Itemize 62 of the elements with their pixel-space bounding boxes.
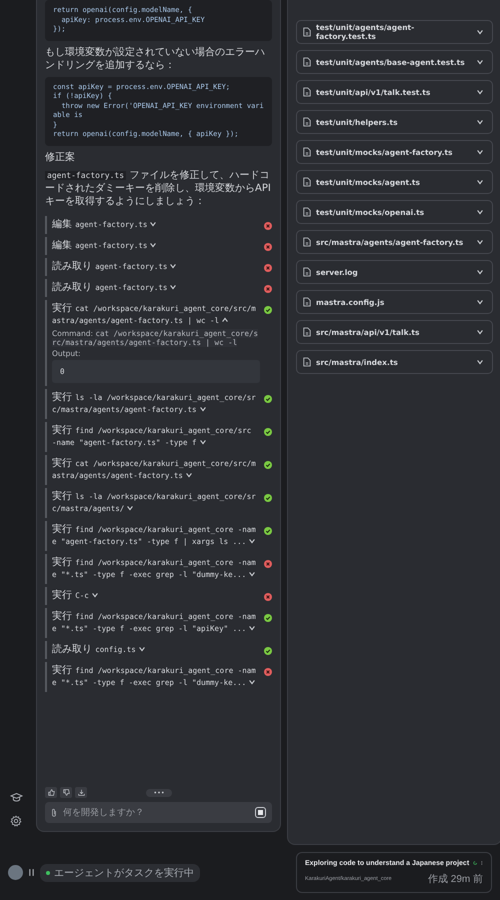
message-input-bar[interactable]: 何を開発しますか？ xyxy=(45,802,272,823)
file-icon xyxy=(303,357,311,367)
chevron-icon[interactable] xyxy=(138,644,146,653)
download-button[interactable] xyxy=(75,787,87,798)
chevron-icon[interactable] xyxy=(169,262,178,270)
file-icon xyxy=(303,207,311,217)
chevron-icon[interactable] xyxy=(476,208,484,216)
thumbs-up-button[interactable] xyxy=(45,787,57,798)
chevron-icon[interactable] xyxy=(476,328,484,336)
chevron-icon[interactable] xyxy=(248,678,256,686)
chevron-icon[interactable] xyxy=(198,438,206,446)
created-time: 作成 29m 前 xyxy=(428,872,483,886)
chevron-icon[interactable] xyxy=(476,148,484,156)
chevron-icon[interactable] xyxy=(221,316,230,324)
settings-icon[interactable] xyxy=(10,815,22,827)
file-icon xyxy=(303,147,311,157)
chevron-icon[interactable] xyxy=(149,240,158,249)
graduation-cap-icon[interactable] xyxy=(10,792,22,803)
chevron-icon[interactable] xyxy=(184,470,193,479)
download-icon xyxy=(78,789,84,796)
more-button[interactable] xyxy=(146,788,172,796)
file-icon xyxy=(303,27,311,37)
thumbs-down-button[interactable] xyxy=(60,787,72,798)
paperclip-icon[interactable] xyxy=(51,808,57,817)
chevron-icon[interactable] xyxy=(248,570,256,578)
chevron-icon[interactable] xyxy=(126,504,134,512)
message-text: もし環境変数が設定されていない場合のエラーハンドリングを追加するなら： xyxy=(45,46,266,72)
chevron-icon[interactable] xyxy=(476,298,484,306)
message-text: agent-factory.ts ファイルを修正して、ハードコードされたダミーキーを削除し、環境変数からAPIキーを取得するようにしましょう： xyxy=(45,168,272,208)
chevron-icon[interactable] xyxy=(198,404,206,413)
chevron-icon[interactable] xyxy=(149,220,158,228)
file-icon xyxy=(303,177,311,187)
agent-status-badge: エージェントがタスクを実行中 xyxy=(40,864,200,882)
file-icon xyxy=(303,297,311,307)
chevron-icon[interactable] xyxy=(476,88,484,96)
file-icon xyxy=(303,87,311,97)
chevron-icon[interactable] xyxy=(476,178,484,186)
thumbs-up-icon xyxy=(48,789,54,796)
file-icon xyxy=(303,327,311,337)
spinner-icon xyxy=(473,859,478,867)
chevron-icon[interactable] xyxy=(476,28,484,36)
thumbs-down-icon xyxy=(62,789,70,796)
chevron-icon[interactable] xyxy=(476,238,484,246)
chevron-icon[interactable] xyxy=(248,624,256,632)
pause-icon[interactable] xyxy=(29,869,34,876)
dots-icon xyxy=(152,791,164,794)
file-icon xyxy=(303,117,311,127)
chevron-icon[interactable] xyxy=(476,268,484,276)
message-input-field[interactable]: 何を開発しますか？ xyxy=(63,808,249,818)
stop-button[interactable] xyxy=(255,807,266,818)
chevron-icon[interactable] xyxy=(169,282,178,291)
chevron-icon[interactable] xyxy=(476,58,484,66)
file-icon xyxy=(303,237,311,247)
chevron-icon[interactable] xyxy=(476,118,484,126)
file-icon xyxy=(303,267,311,277)
chevron-icon[interactable] xyxy=(476,358,484,366)
section-heading: 修正案 xyxy=(45,150,76,164)
chevron-icon[interactable] xyxy=(248,536,256,545)
stop-square-icon xyxy=(258,810,263,815)
avatar[interactable] xyxy=(8,865,23,880)
file-icon xyxy=(303,57,311,67)
chevron-icon[interactable] xyxy=(90,590,99,599)
